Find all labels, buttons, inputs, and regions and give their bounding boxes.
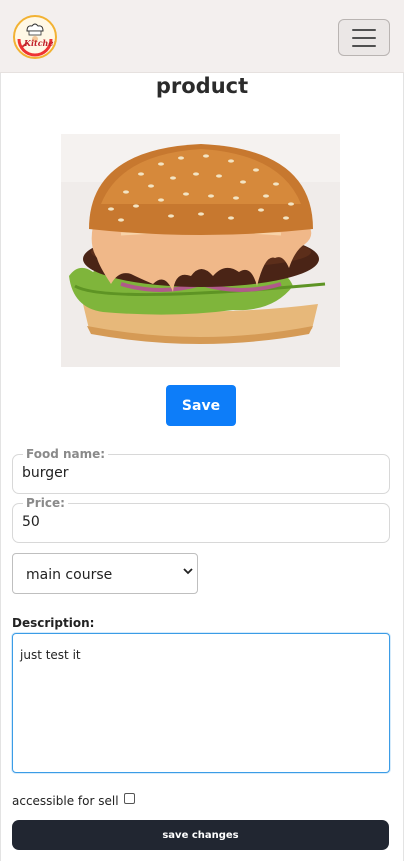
navbar: Kitchen [0,0,404,73]
save-image-button[interactable]: Save [166,385,236,426]
description-label: Description: [12,616,95,630]
accessible-for-sell-checkbox[interactable] [124,793,135,804]
accessible-for-sell-label: accessible for sell [12,794,119,808]
hamburger-menu-icon [352,28,376,31]
price-input[interactable] [22,514,372,530]
logo-text: Kitchen [24,38,57,48]
description-textarea[interactable]: just test it [12,633,390,773]
price-field[interactable]: Price: [12,497,390,543]
menu-toggle-button[interactable] [338,19,390,56]
kitchen-logo-icon[interactable]: Kitchen [13,15,57,59]
food-name-input[interactable] [22,465,372,481]
save-changes-button[interactable]: save changes [12,820,389,850]
chevron-down-icon [183,566,193,579]
food-name-field[interactable]: Food name: [12,448,390,494]
food-name-label: Food name: [23,448,109,461]
category-selected-value: main course [26,567,113,583]
page-title: product [155,74,249,98]
price-label: Price: [23,497,68,510]
product-image [61,134,340,367]
hamburger-menu-icon [352,36,376,39]
burger-image [61,134,340,367]
hamburger-menu-icon [352,44,376,47]
category-select[interactable]: main course [12,553,198,594]
